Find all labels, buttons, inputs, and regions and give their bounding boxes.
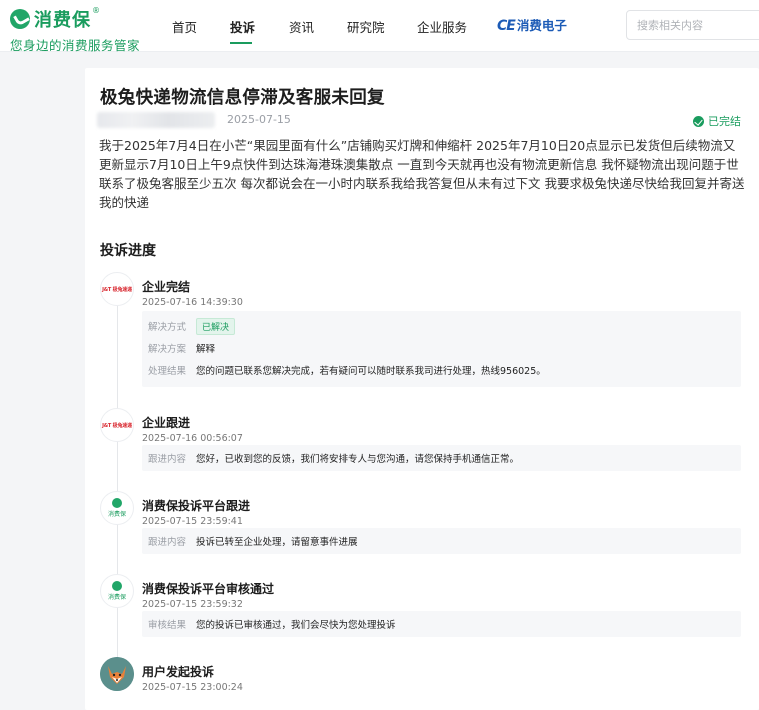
xiaofeibao-logo: 消费保 [100,491,134,525]
complaint-title: 极兔快递物流信息停滞及客服未回复 [100,88,385,108]
complaint-description: 我于2025年7月4日在小芒“果园里面有什么”店铺购买灯牌和伸缩杆 2025年7… [99,138,745,210]
brand-leaf-icon [10,9,30,29]
nav-active-underline [230,42,252,44]
step-time: 2025-07-15 23:00:24 [142,682,243,693]
detail-value: 解释 [196,344,216,355]
brand-slogan: 您身边的消费服务管家 [10,38,141,53]
status-badge: 已完结 [693,113,741,129]
search-box [626,10,759,40]
jt-logo-text: J&T 极兔速递 [102,286,132,293]
jt-express-logo: J&T 极兔速递 [100,272,134,306]
step-time: 2025-07-15 23:59:32 [142,599,243,610]
step-name: 消费保投诉平台跟进 [142,499,251,513]
progress-section-title: 投诉进度 [100,243,156,259]
detail-label: 解决方式 [148,322,187,333]
detail-row: 跟进内容 您好，已收到您的反馈，我们将安排专人与您沟通，请您保持手机通信正常。 [148,447,735,469]
jt-logo-text: J&T 极兔速递 [102,422,132,429]
nav-news[interactable]: 资讯 [289,17,314,36]
complaint-card: 极兔快递物流信息停滞及客服未回复 2025-07-15 已完结 我于2025年7… [85,68,759,710]
detail-label: 审核结果 [148,620,187,631]
brand-name: 消费保 [34,10,91,31]
detail-label: 跟进内容 [148,537,187,548]
blurred-username [97,112,215,128]
site-logo[interactable]: 消费保 ® 您身边的消费服务管家 [10,6,140,54]
check-circle-icon [693,115,704,127]
xfb-logo-text: 消费保 [107,511,126,518]
detail-value: 投诉已转至企业处理，请留意事件进展 [196,537,358,548]
timeline-line [117,286,118,666]
detail-row: 解决方案 解释 [148,337,735,359]
step-time: 2025-07-15 23:59:41 [142,516,243,527]
step-name: 用户发起投诉 [142,665,215,679]
detail-row: 跟进内容 投诉已转至企业处理，请留意事件进展 [148,530,735,552]
detail-value: 您的投诉已审核通过，我们会尽快为您处理投诉 [196,620,396,631]
detail-row: 解决方式 已解决 [148,315,735,337]
step-time: 2025-07-16 00:56:07 [142,433,243,444]
jt-express-logo: J&T 极兔速递 [100,408,134,442]
top-navigation-bar: 消费保 ® 您身边的消费服务管家 首页 投诉 资讯 研究院 企业服务 CE 消费… [0,0,759,54]
xiaofeibao-logo: 消费保 [100,574,134,608]
leaf-icon [111,498,122,508]
leaf-icon [111,581,122,591]
user-avatar [100,657,134,691]
xfb-logo-text: 消费保 [107,594,126,601]
fox-icon [100,657,134,691]
detail-row: 处理结果 您的问题已联系您解决完成，若有疑问可以随时联系我司进行处理，热线956… [148,359,735,381]
step-name: 企业跟进 [142,416,191,430]
nav-research[interactable]: 研究院 [347,17,385,36]
nav-home[interactable]: 首页 [172,17,197,36]
step-name: 消费保投诉平台审核通过 [142,582,275,596]
nav-complaints[interactable]: 投诉 [230,17,255,36]
ce-logo-icon: CE [497,18,516,34]
detail-value: 您好，已收到您的反馈，我们将安排专人与您沟通，请您保持手机通信正常。 [196,454,520,465]
complaint-date: 2025-07-15 [227,113,291,126]
detail-label: 解决方案 [148,344,187,355]
detail-value: 您的问题已联系您解决完成，若有疑问可以随时联系我司进行处理，热线956025。 [196,366,546,377]
ce-logo-text: 消费电子 [516,18,567,33]
registered-mark: ® [92,6,100,15]
detail-label: 跟进内容 [148,454,187,465]
resolved-badge: 已解决 [196,317,236,335]
nav-enterprise-services[interactable]: 企业服务 [417,17,467,36]
search-input[interactable] [627,11,759,39]
step-detail: 跟进内容 投诉已转至企业处理，请留意事件进展 [142,528,741,554]
detail-row: 审核结果 您的投诉已审核通过，我们会尽快为您处理投诉 [148,613,735,635]
ce-consumer-electronics-link[interactable]: CE 消费电子 [497,15,567,34]
step-detail: 审核结果 您的投诉已审核通过，我们会尽快为您处理投诉 [142,611,741,637]
step-time: 2025-07-16 14:39:30 [142,297,243,308]
status-text: 已完结 [708,115,741,128]
step-detail: 解决方式 已解决 解决方案 解释 处理结果 您的问题已联系您解决完成，若有疑问可… [142,311,741,387]
step-name: 企业完结 [142,280,191,294]
detail-label: 处理结果 [148,366,187,377]
step-detail: 跟进内容 您好，已收到您的反馈，我们将安排专人与您沟通，请您保持手机通信正常。 [142,445,741,471]
